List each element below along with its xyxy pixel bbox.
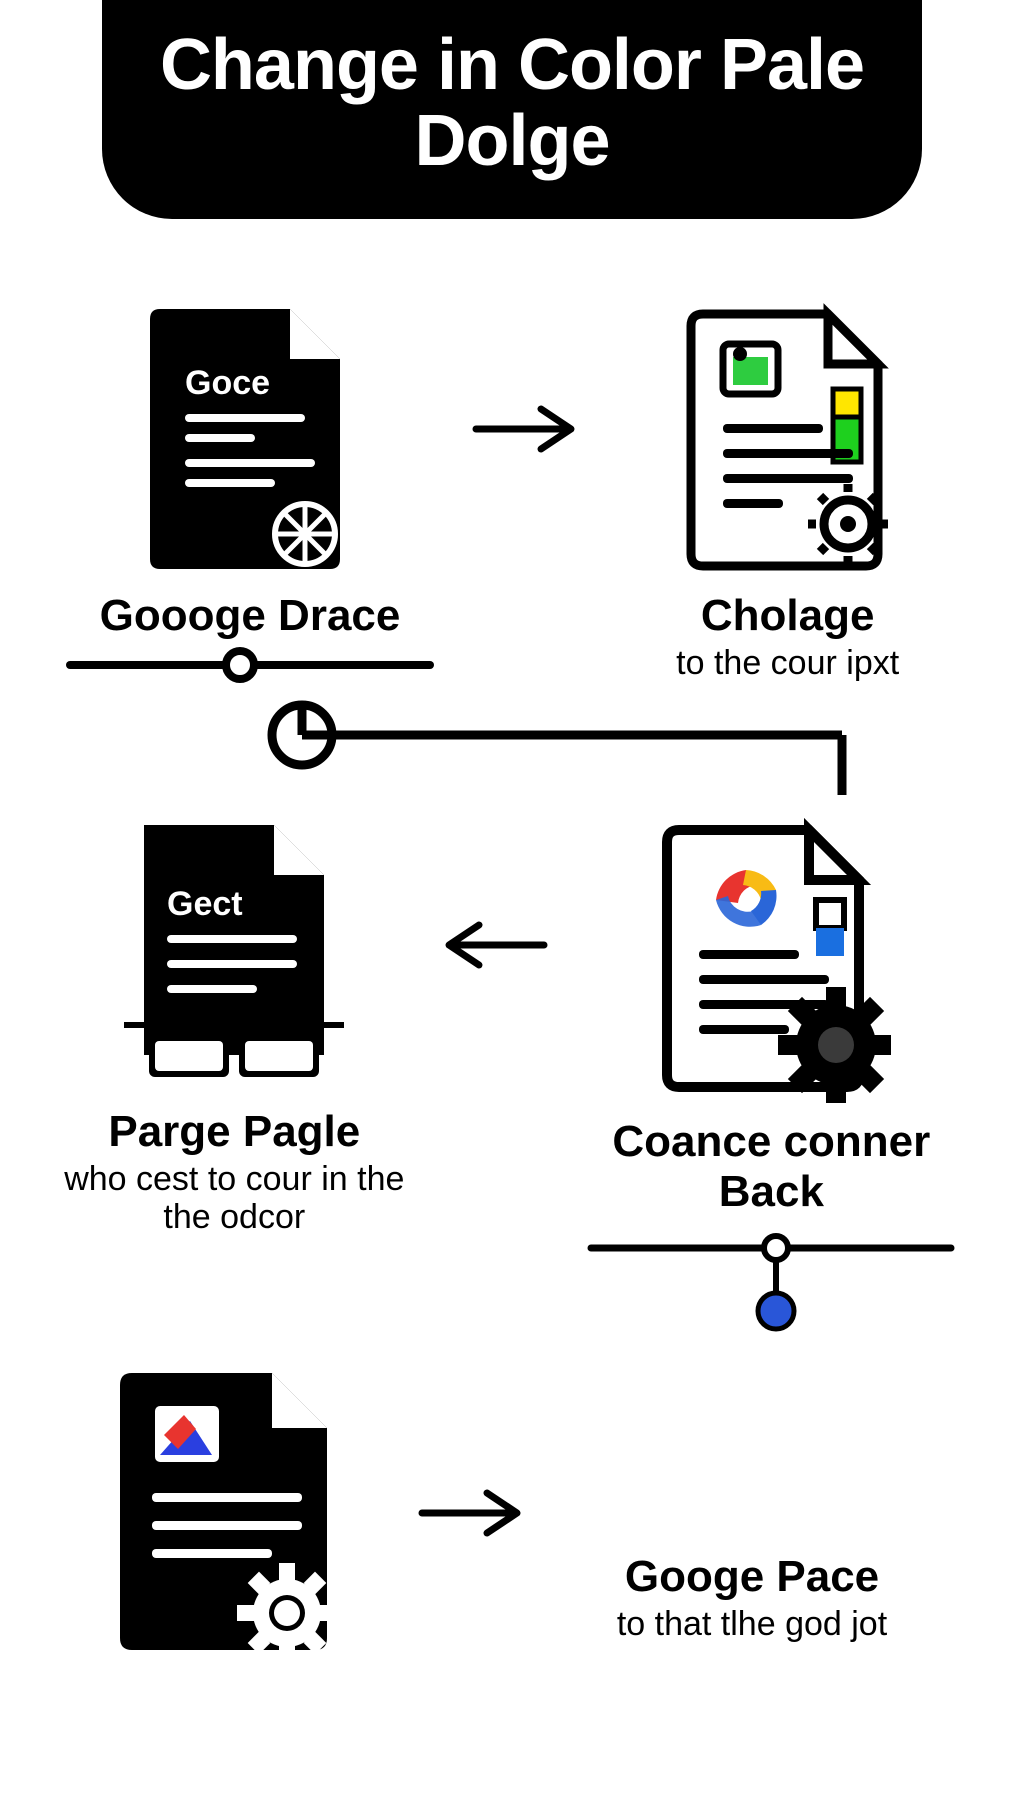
step-coance-conner: Coance conner Back [579,815,964,1333]
step-parge-pagle: Gect Parge Pagle who cest to cour in the… [60,815,409,1236]
svg-text:Goce: Goce [185,364,270,402]
step1-title: Goooge Drace [100,591,401,641]
arrow-right-2-icon [417,1483,527,1543]
doc-google-gear-icon [651,815,891,1105]
slider-line-1-icon [60,645,440,685]
step4-title: Coance conner Back [579,1117,964,1217]
step-goooge-drace: Goce Goooge Drace [60,299,440,685]
step5-sub: to that tlhe god jot [617,1606,887,1643]
step3-sub: who cest to cour in the the odcor [60,1161,409,1236]
step3-title: Parge Pagle [108,1107,360,1157]
banner-line2: Dolge [414,101,609,181]
doc-dark-gect-icon: Gect [119,815,349,1095]
arrow-left-icon [439,915,549,975]
step2-title: Cholage [701,591,875,641]
doc-outline-color-icon [678,299,898,579]
svg-text:Gect: Gect [167,885,243,923]
title-banner: Change in Color Pale Dolge [102,0,922,219]
doc-dark-color-gear-icon [112,1363,352,1663]
arrow-right-icon [471,399,581,459]
step-googe-pace: Googe Pace to that tlhe god jot [562,1363,942,1663]
banner-line1: Change in Color Pale [160,25,864,105]
step2-sub: to the cour ipxt [676,645,899,682]
doc-dark-goce-icon: Goce [140,299,360,579]
step-cholage: Cholage to the cour ipxt [611,299,964,682]
step-bottom-doc [82,1363,382,1663]
slider-blue-icon [581,1223,961,1333]
step5-title: Googe Pace [625,1552,879,1602]
connector-down-left-icon [162,695,862,805]
